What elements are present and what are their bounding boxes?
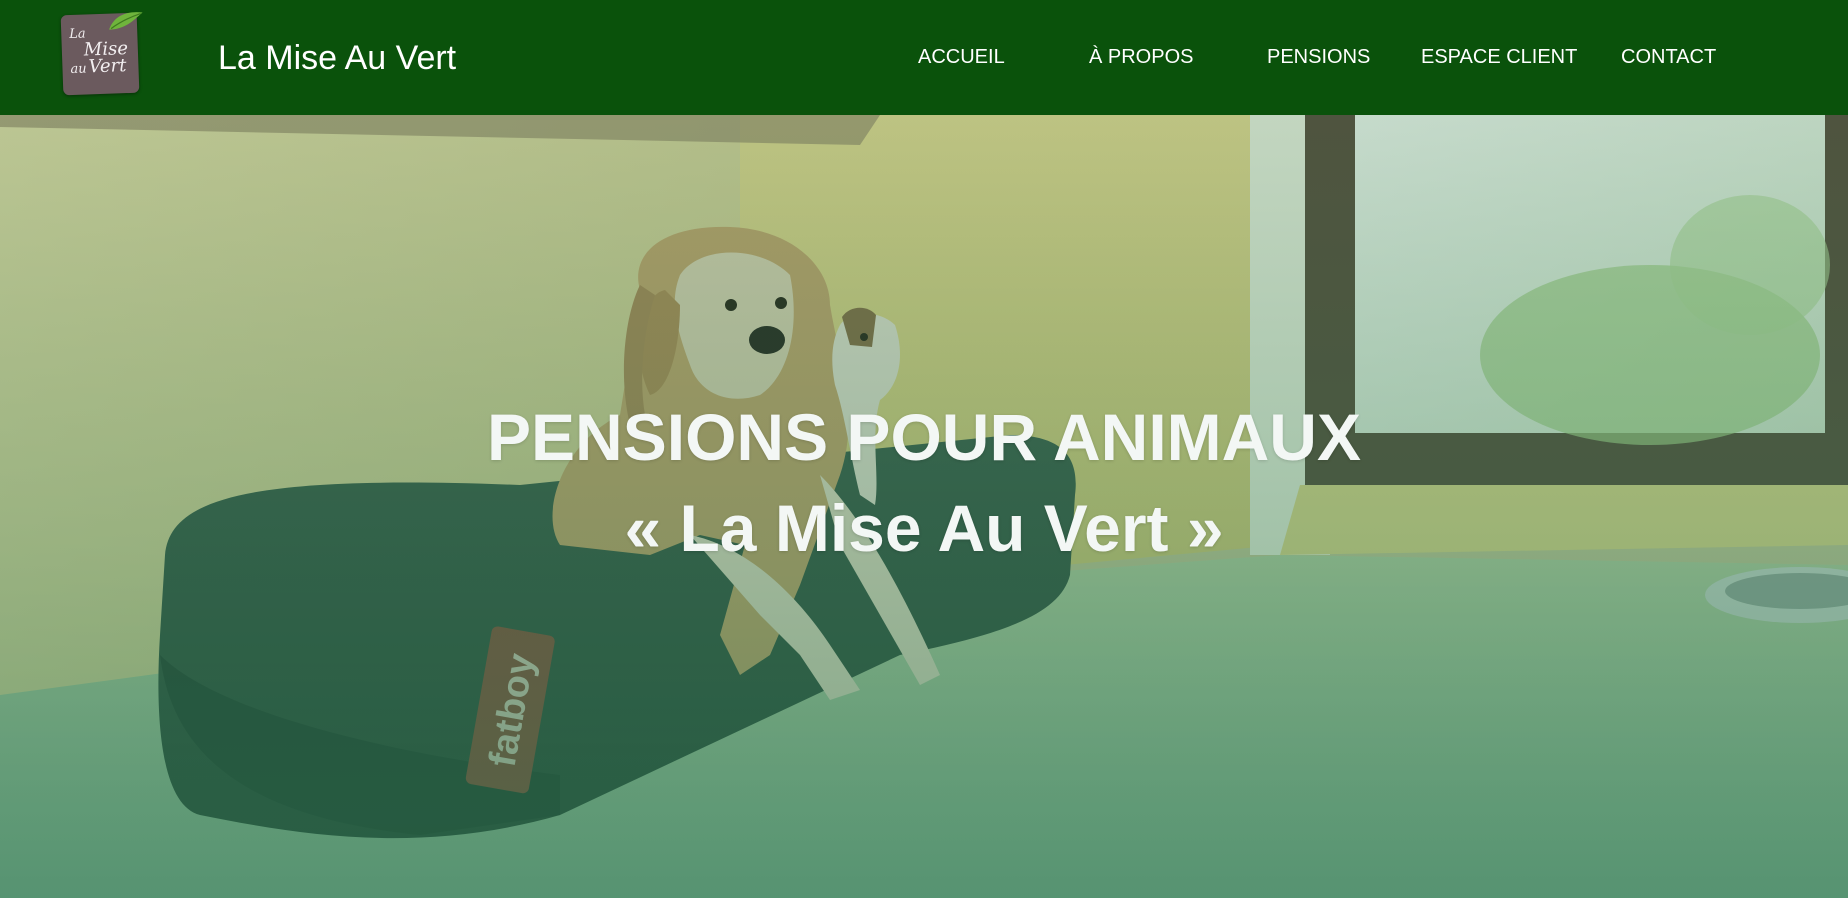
site-logo[interactable]: La Mise auVert — [60, 12, 143, 96]
nav-accueil[interactable]: ACCUEIL — [918, 44, 1005, 70]
nav-pensions[interactable]: PENSIONS — [1267, 44, 1370, 70]
hero-title-line1: PENSIONS POUR ANIMAUX — [487, 400, 1361, 474]
site-title[interactable]: La Mise Au Vert — [218, 38, 456, 78]
hero-section: fatboy PENSIONS POUR ANIMAUX « La Mise A… — [0, 115, 1848, 898]
site-header: La Mise auVert La Mise Au Vert ACCUEIL À… — [0, 0, 1848, 115]
logo-line3b: Vert — [88, 55, 127, 78]
hero-title-line2: « La Mise Au Vert » — [624, 491, 1224, 565]
nav-contact[interactable]: CONTACT — [1621, 44, 1716, 70]
logo-line3a: au — [70, 61, 87, 78]
nav-a-propos[interactable]: À PROPOS — [1089, 44, 1193, 70]
logo-text: La Mise auVert — [67, 25, 135, 77]
nav-espace-client[interactable]: ESPACE CLIENT — [1421, 44, 1577, 70]
